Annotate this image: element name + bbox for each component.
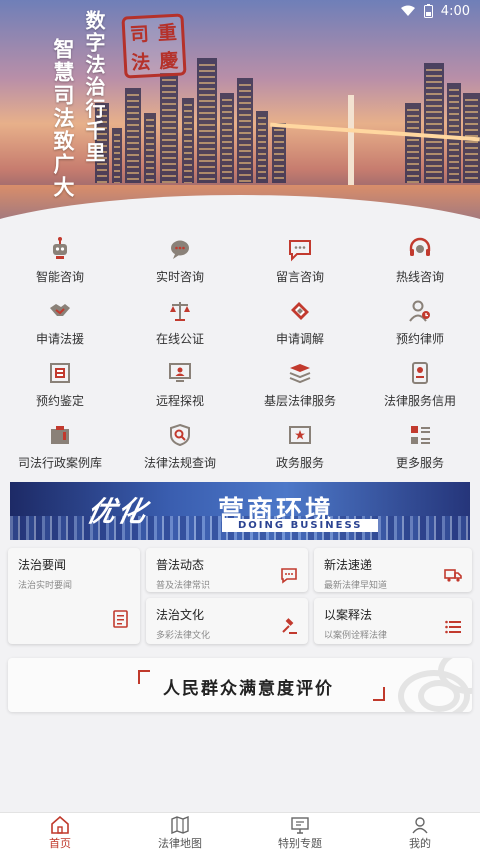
- message-icon: [289, 240, 311, 262]
- banner-script-text: 优化: [84, 495, 152, 528]
- evaluation-title: 人民群众满意度评价: [163, 679, 334, 699]
- business-environment-banner[interactable]: 优化 营商环境 DOING BUSINESS: [10, 482, 470, 540]
- document-list-icon: [113, 610, 128, 628]
- status-time: 4:00: [440, 3, 470, 19]
- hero-banner: 数字法治行千里 智慧司法致广大 司 重 法 慶: [0, 0, 480, 225]
- service-legal-credit[interactable]: 法律服务信用: [360, 356, 480, 418]
- service-book-lawyer[interactable]: 预约律师: [360, 294, 480, 356]
- card-law-popularization[interactable]: 普法动态 普及法律常识: [146, 548, 308, 592]
- wifi-icon: [400, 5, 415, 16]
- books-icon: [289, 364, 311, 384]
- monitor-icon: [169, 363, 191, 382]
- card-case-explanation[interactable]: 以案释法 以案例诠释法律: [314, 598, 472, 644]
- home-icon: [51, 815, 69, 834]
- tab-home[interactable]: 首页: [0, 813, 120, 853]
- hero-slogan-1: 数字法治行千里: [82, 10, 106, 164]
- headset-icon: [409, 237, 431, 256]
- service-hotline-consult[interactable]: 热线咨询: [360, 232, 480, 294]
- law-search-icon: [170, 423, 190, 447]
- list-icon: [445, 620, 461, 634]
- service-government-affairs[interactable]: 政务服务: [240, 418, 360, 480]
- satisfaction-evaluation-banner[interactable]: 人民群众满意度评价: [8, 658, 472, 712]
- banner-subtitle: DOING BUSINESS: [222, 519, 379, 532]
- more-grid-icon: [411, 426, 430, 444]
- card-legal-news[interactable]: 法治要闻 法治实时要闻: [8, 548, 140, 644]
- service-more[interactable]: 更多服务: [360, 418, 480, 480]
- status-bar: 4:00: [0, 0, 480, 22]
- lawyer-icon: [409, 300, 430, 322]
- mediation-icon: [291, 302, 309, 320]
- scales-icon: [170, 302, 190, 321]
- card-legal-culture[interactable]: 法治文化 多彩法律文化: [146, 598, 308, 644]
- service-online-notary[interactable]: 在线公证: [120, 294, 240, 356]
- chongqing-justice-seal: 司 重 法 慶: [121, 13, 187, 79]
- chat-bubble-icon: [171, 240, 189, 259]
- card-new-law-express[interactable]: 新法速递 最新法律早知道: [314, 548, 472, 592]
- government-service-icon: [289, 426, 311, 444]
- service-legal-aid[interactable]: 申请法援: [0, 294, 120, 356]
- bottom-tab-bar: 首页 法律地图 特别专题 我的: [0, 812, 480, 853]
- gavel-icon: [282, 618, 297, 634]
- service-realtime-consult[interactable]: 实时咨询: [120, 232, 240, 294]
- handshake-icon: [50, 304, 70, 316]
- service-grassroots-legal[interactable]: 基层法律服务: [240, 356, 360, 418]
- service-grid: 智能咨询 实时咨询 留言咨询 热线咨询 申请法援 在线公证 申请调解 预约律师 …: [0, 232, 480, 480]
- service-mediation[interactable]: 申请调解: [240, 294, 360, 356]
- tab-special-topics[interactable]: 特别专题: [240, 813, 360, 853]
- topic-screen-icon: [291, 816, 309, 834]
- service-message-consult[interactable]: 留言咨询: [240, 232, 360, 294]
- map-icon: [171, 815, 189, 834]
- tab-mine[interactable]: 我的: [360, 813, 480, 853]
- user-icon: [412, 816, 428, 833]
- delivery-truck-icon: [444, 569, 462, 582]
- battery-icon: [423, 4, 433, 18]
- tab-legal-map[interactable]: 法律地图: [120, 813, 240, 853]
- appraisal-icon: [50, 363, 70, 383]
- service-remote-visit[interactable]: 远程探视: [120, 356, 240, 418]
- credit-document-icon: [412, 362, 428, 384]
- case-library-icon: [51, 426, 69, 444]
- service-case-library[interactable]: 司法行政案例库: [0, 418, 120, 480]
- service-smart-consult[interactable]: 智能咨询: [0, 232, 120, 294]
- robot-icon: [53, 237, 67, 259]
- comment-icon: [281, 568, 297, 584]
- hero-slogan-2: 智慧司法致广大: [51, 38, 76, 199]
- service-book-appraisal[interactable]: 预约鉴定: [0, 356, 120, 418]
- service-law-search[interactable]: 法律法规查询: [120, 418, 240, 480]
